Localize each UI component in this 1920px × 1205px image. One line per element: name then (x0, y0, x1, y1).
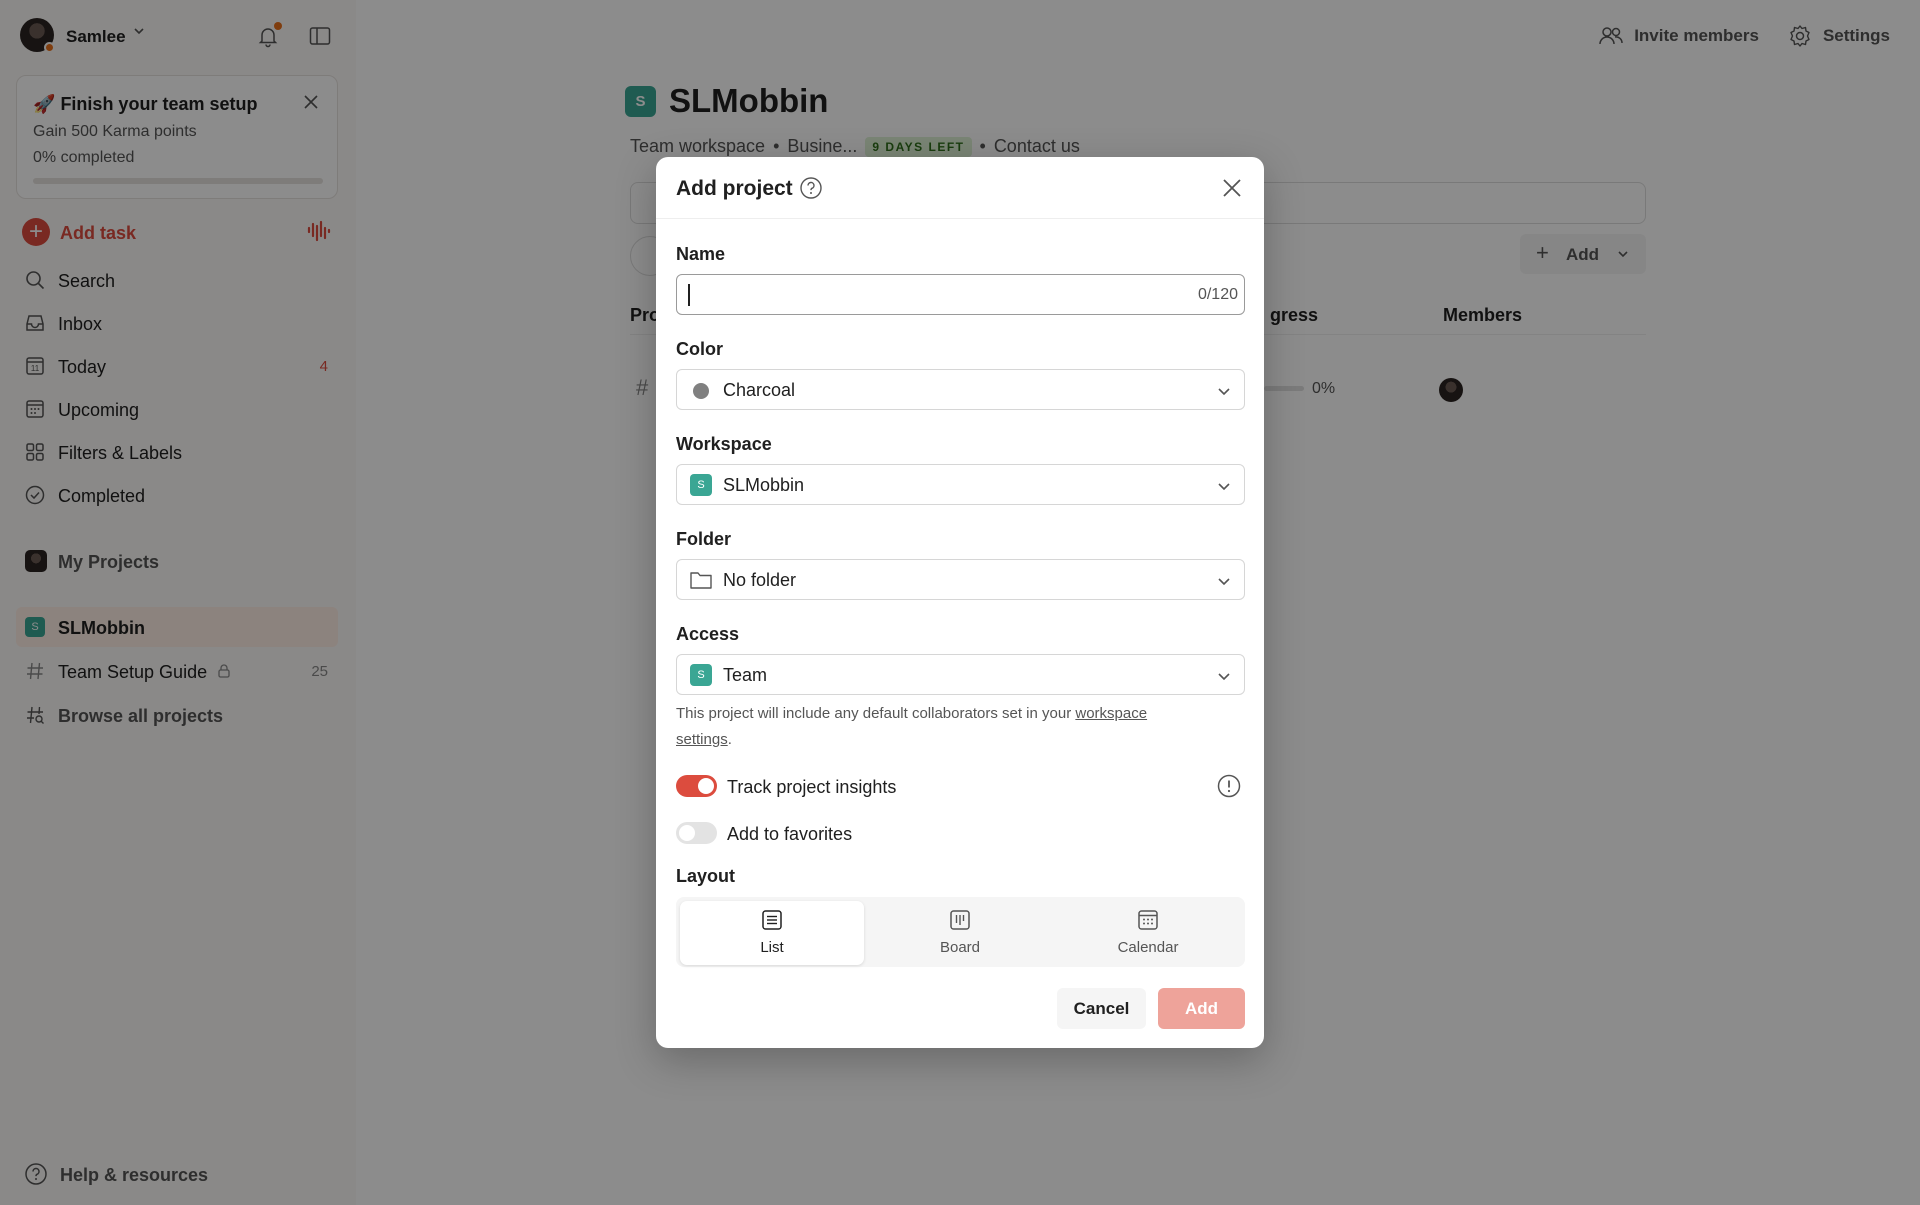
help-circle-icon[interactable] (799, 176, 823, 200)
add-to-favorites-label: Add to favorites (727, 824, 853, 844)
access-badge: S (690, 664, 712, 686)
chevron-down-icon (1218, 483, 1230, 491)
folder-select[interactable]: No folder (676, 559, 1245, 600)
chevron-down-icon (1218, 673, 1230, 681)
project-name-input[interactable]: 0/120 (676, 274, 1245, 315)
workspace-label: Workspace (676, 434, 772, 454)
folder-label: Folder (676, 529, 732, 549)
layout-option-label: Board (939, 939, 981, 956)
add-to-favorites-toggle[interactable] (676, 822, 717, 844)
chevron-down-icon (1218, 578, 1230, 586)
track-insights-toggle[interactable] (676, 775, 717, 797)
dialog-title: Add project (676, 177, 793, 200)
calendar-layout-icon (1138, 910, 1158, 930)
access-note: This project will include any default co… (676, 705, 1148, 748)
character-counter: 0/120 (1197, 286, 1238, 303)
add-project-dialog: Add project Name 0/120 Color Charcoal Wo… (656, 157, 1264, 1048)
layout-option-label: List (760, 939, 784, 956)
name-label: Name (676, 244, 726, 264)
toggle-knob (698, 778, 714, 794)
workspace-select-value: SLMobbin (723, 475, 805, 495)
color-select[interactable]: Charcoal (676, 369, 1245, 410)
workspace-badge: S (690, 474, 712, 496)
layout-option-label: Calendar (1117, 939, 1179, 956)
folder-icon (690, 572, 712, 589)
color-select-value: Charcoal (723, 380, 796, 400)
board-layout-icon (950, 910, 970, 930)
text-caret (688, 284, 690, 306)
close-icon[interactable] (1218, 174, 1246, 202)
toggle-knob (679, 825, 695, 841)
add-button[interactable]: Add (1158, 988, 1245, 1029)
layout-option-calendar[interactable]: Calendar (1056, 901, 1240, 965)
layout-selector: List Board Calendar (676, 897, 1245, 967)
layout-label: Layout (676, 866, 736, 886)
info-icon[interactable] (1216, 773, 1242, 799)
workspace-select[interactable]: S SLMobbin (676, 464, 1245, 505)
dialog-header: Add project (656, 157, 1264, 219)
access-select-value: Team (723, 665, 768, 685)
folder-select-value: No folder (723, 570, 797, 590)
layout-option-list[interactable]: List (680, 901, 864, 965)
access-label: Access (676, 624, 740, 644)
color-swatch (693, 383, 709, 399)
color-label: Color (676, 339, 723, 359)
track-insights-label: Track project insights (727, 777, 897, 797)
cancel-button[interactable]: Cancel (1057, 988, 1146, 1029)
chevron-down-icon (1218, 388, 1230, 396)
access-select[interactable]: S Team (676, 654, 1245, 695)
layout-option-board[interactable]: Board (868, 901, 1052, 965)
list-layout-icon (762, 910, 782, 930)
